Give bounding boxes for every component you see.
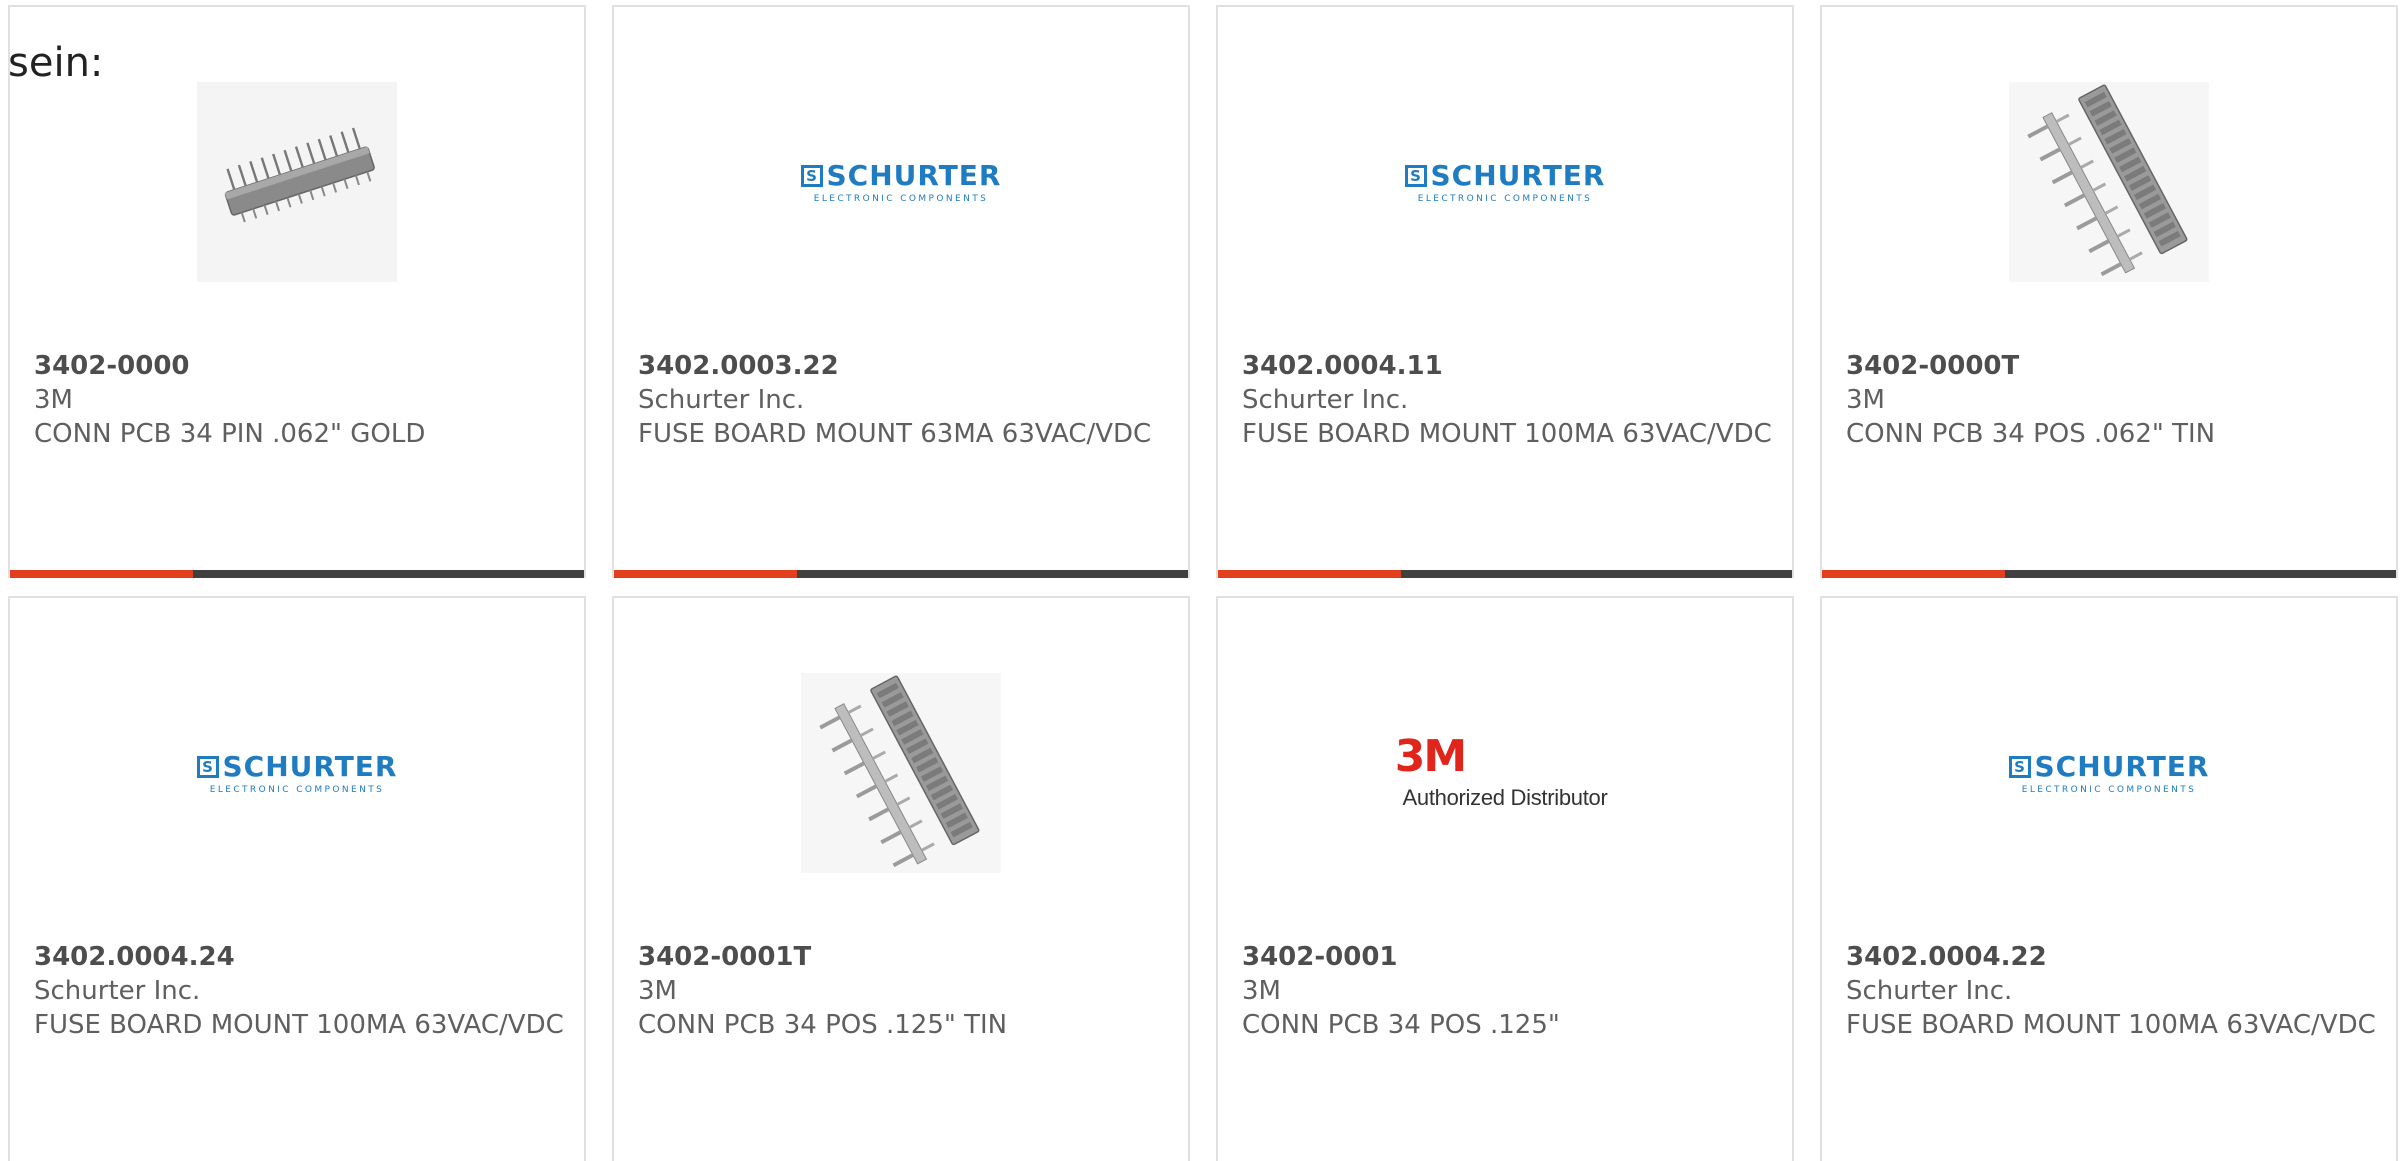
schurter-logo: S SCHURTER ELECTRONIC COMPONENTS	[2008, 749, 2210, 795]
part-number[interactable]: 3402.0003.22	[638, 349, 1168, 383]
product-card[interactable]: S SCHURTER ELECTRONIC COMPONENTS 3402.00…	[1216, 5, 1794, 578]
product-grid-page: sein: 3402-0000 3M CONN PCB 34 PIN .062"…	[0, 0, 2400, 1161]
product-info: 3402.0003.22 Schurter Inc. FUSE BOARD MO…	[638, 349, 1168, 451]
manufacturer: Schurter Inc.	[34, 976, 201, 1006]
3m-logo: 3M Authorized Distributor	[1395, 735, 1608, 811]
product-image[interactable]: S SCHURTER ELECTRONIC COMPONENTS	[614, 77, 1188, 287]
card-bottom-accent	[1822, 570, 2005, 578]
product-card[interactable]: S SCHURTER ELECTRONIC COMPONENTS 3402.00…	[612, 5, 1190, 578]
schurter-wordmark: SCHURTER	[1430, 158, 1606, 192]
product-info: 3402.0004.11 Schurter Inc. FUSE BOARD MO…	[1242, 349, 1772, 451]
schurter-logo: S SCHURTER ELECTRONIC COMPONENTS	[1404, 158, 1606, 204]
schurter-wordmark: SCHURTER	[222, 749, 398, 783]
part-number[interactable]: 3402-0000T	[1846, 349, 2376, 383]
product-image[interactable]: S SCHURTER ELECTRONIC COMPONENTS	[1218, 77, 1792, 287]
part-number[interactable]: 3402-0001	[1242, 940, 1772, 974]
connector-image	[2009, 82, 2209, 282]
part-number[interactable]: 3402.0004.24	[34, 940, 564, 974]
connector-image	[801, 673, 1001, 873]
product-image[interactable]	[1822, 77, 2396, 287]
product-image[interactable]: S SCHURTER ELECTRONIC COMPONENTS	[10, 668, 584, 878]
3m-wordmark: 3M	[1394, 731, 1467, 782]
product-description: CONN PCB 34 POS .125" TIN	[638, 1010, 1008, 1040]
product-info: 3402.0004.22 Schurter Inc. FUSE BOARD MO…	[1846, 940, 2376, 1042]
product-card[interactable]: S SCHURTER ELECTRONIC COMPONENTS 3402.00…	[8, 596, 586, 1161]
product-description: FUSE BOARD MOUNT 100MA 63VAC/VDC	[34, 1010, 564, 1040]
card-bottom-bar	[1218, 570, 1792, 578]
product-card[interactable]: 3402-0000 3M CONN PCB 34 PIN .062" GOLD	[8, 5, 586, 578]
product-card[interactable]: 3M Authorized Distributor 3402-0001 3M C…	[1216, 596, 1794, 1161]
product-info: 3402.0004.24 Schurter Inc. FUSE BOARD MO…	[34, 940, 564, 1042]
3m-authorized-distributor-label: Authorized Distributor	[1402, 785, 1608, 810]
manufacturer: Schurter Inc.	[1242, 385, 1409, 415]
product-image[interactable]	[614, 668, 1188, 878]
schurter-tagline: ELECTRONIC COMPONENTS	[209, 784, 385, 795]
product-description: CONN PCB 34 POS .062" TIN	[1846, 419, 2216, 449]
schurter-s-icon: S	[800, 164, 823, 187]
connector-image	[197, 82, 397, 282]
product-info: 3402-0000T 3M CONN PCB 34 POS .062" TIN	[1846, 349, 2376, 451]
schurter-wordmark: SCHURTER	[826, 158, 1002, 192]
card-bottom-bar	[1822, 570, 2396, 578]
schurter-wordmark: SCHURTER	[2034, 749, 2210, 783]
product-card[interactable]: 3402-0001T 3M CONN PCB 34 POS .125" TIN	[612, 596, 1190, 1161]
schurter-tagline: ELECTRONIC COMPONENTS	[2021, 784, 2197, 795]
schurter-tagline: ELECTRONIC COMPONENTS	[1417, 193, 1593, 204]
product-description: FUSE BOARD MOUNT 100MA 63VAC/VDC	[1846, 1010, 2376, 1040]
product-description: CONN PCB 34 POS .125"	[1242, 1010, 1560, 1040]
schurter-s-icon: S	[2008, 755, 2031, 778]
schurter-logo: S SCHURTER ELECTRONIC COMPONENTS	[196, 749, 398, 795]
schurter-s-icon: S	[1404, 164, 1427, 187]
card-bottom-accent	[1218, 570, 1401, 578]
product-info: 3402-0001 3M CONN PCB 34 POS .125"	[1242, 940, 1772, 1042]
product-info: 3402-0001T 3M CONN PCB 34 POS .125" TIN	[638, 940, 1168, 1042]
manufacturer: Schurter Inc.	[638, 385, 805, 415]
product-description: FUSE BOARD MOUNT 63MA 63VAC/VDC	[638, 419, 1152, 449]
manufacturer: 3M	[34, 385, 73, 415]
intro-text: sein:	[8, 40, 104, 86]
manufacturer: Schurter Inc.	[1846, 976, 2013, 1006]
part-number[interactable]: 3402.0004.11	[1242, 349, 1772, 383]
card-bottom-accent	[614, 570, 797, 578]
product-card[interactable]: S SCHURTER ELECTRONIC COMPONENTS 3402.00…	[1820, 596, 2398, 1161]
card-bottom-bar	[614, 570, 1188, 578]
part-number[interactable]: 3402-0001T	[638, 940, 1168, 974]
product-card[interactable]: 3402-0000T 3M CONN PCB 34 POS .062" TIN	[1820, 5, 2398, 578]
manufacturer: 3M	[638, 976, 677, 1006]
product-image[interactable]: S SCHURTER ELECTRONIC COMPONENTS	[1822, 668, 2396, 878]
manufacturer: 3M	[1846, 385, 1885, 415]
schurter-s-icon: S	[196, 755, 219, 778]
product-image[interactable]	[10, 77, 584, 287]
manufacturer: 3M	[1242, 976, 1281, 1006]
product-description: CONN PCB 34 PIN .062" GOLD	[34, 419, 426, 449]
product-image[interactable]: 3M Authorized Distributor	[1218, 668, 1792, 878]
part-number[interactable]: 3402.0004.22	[1846, 940, 2376, 974]
product-description: FUSE BOARD MOUNT 100MA 63VAC/VDC	[1242, 419, 1772, 449]
product-info: 3402-0000 3M CONN PCB 34 PIN .062" GOLD	[34, 349, 564, 451]
card-bottom-bar	[10, 570, 584, 578]
schurter-logo: S SCHURTER ELECTRONIC COMPONENTS	[800, 158, 1002, 204]
schurter-tagline: ELECTRONIC COMPONENTS	[813, 193, 989, 204]
card-bottom-accent	[10, 570, 193, 578]
part-number[interactable]: 3402-0000	[34, 349, 564, 383]
